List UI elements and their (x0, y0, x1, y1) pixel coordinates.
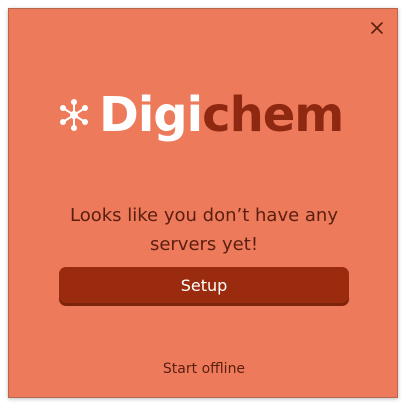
start-offline-link[interactable]: Start offline (9, 361, 399, 377)
molecule-icon (60, 99, 88, 131)
app-logo: Digichem (57, 91, 344, 139)
app-name-part2: chem (202, 87, 344, 143)
no-servers-message: Looks like you don’t have any servers ye… (70, 205, 338, 255)
welcome-dialog: Digichem Looks like you don’t have any s… (8, 8, 398, 398)
setup-button[interactable]: Setup (59, 267, 349, 303)
app-name: Digichem (99, 91, 344, 139)
close-icon (371, 22, 383, 34)
close-button[interactable] (367, 18, 387, 38)
app-name-part1: Digi (99, 87, 203, 143)
